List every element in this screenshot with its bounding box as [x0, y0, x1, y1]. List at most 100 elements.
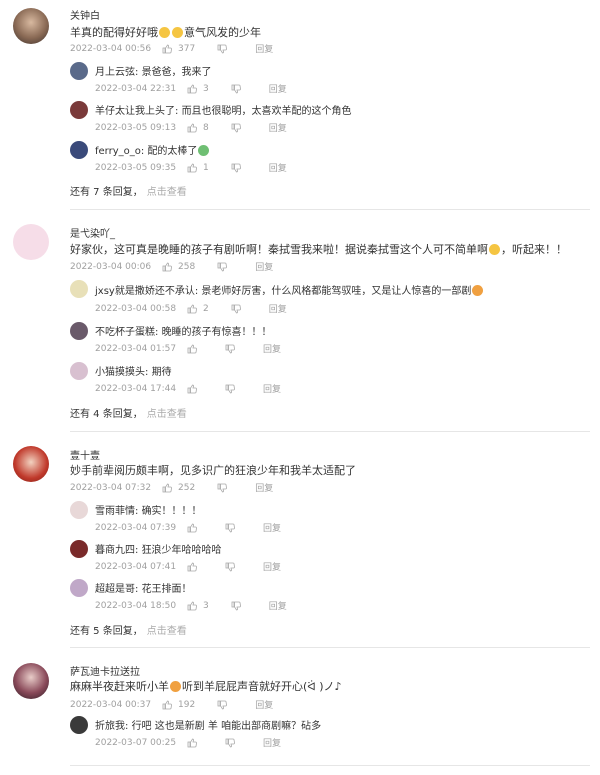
dislike-button[interactable] — [231, 304, 247, 314]
like-button[interactable]: 3 — [187, 84, 209, 94]
dislike-button[interactable] — [231, 84, 247, 94]
view-more-replies[interactable]: 还有 4 条回复， 点击查看 — [70, 405, 187, 420]
reply-content: 确实！！！！ — [141, 506, 202, 517]
reply-button[interactable]: 回复 — [269, 82, 287, 95]
reply-avatar[interactable] — [70, 141, 88, 159]
reply-button[interactable]: 回复 — [263, 521, 281, 534]
reply-avatar[interactable] — [70, 322, 88, 340]
reply-button[interactable]: 回复 — [269, 599, 287, 612]
like-button[interactable]: 1 — [187, 163, 209, 173]
like-count: 8 — [203, 122, 209, 133]
reply-avatar[interactable] — [70, 716, 88, 734]
reply-username[interactable]: 月上云弦 — [95, 67, 135, 78]
reply-username[interactable]: 雪雨菲情 — [95, 506, 135, 517]
reply-button[interactable]: 回复 — [269, 302, 287, 315]
divider — [70, 765, 590, 766]
dislike-button[interactable] — [225, 384, 241, 394]
like-button[interactable] — [187, 523, 203, 533]
dislike-button[interactable] — [217, 262, 233, 272]
like-button[interactable]: 192 — [162, 700, 195, 710]
dislike-button[interactable] — [217, 483, 233, 493]
dislike-button[interactable] — [217, 700, 233, 710]
user-avatar[interactable] — [13, 446, 49, 482]
reply-button[interactable]: 回复 — [269, 121, 287, 134]
reply-username[interactable]: 不吃杯子蛋糕 — [95, 327, 155, 338]
reply-username[interactable]: 折旅我 — [95, 721, 125, 732]
reply-button[interactable]: 回复 — [263, 736, 281, 749]
dislike-button[interactable] — [231, 123, 247, 133]
reply-button[interactable]: 回复 — [255, 698, 273, 711]
reply-button[interactable]: 回复 — [269, 161, 287, 174]
reply-button[interactable]: 回复 — [263, 382, 281, 395]
comment-username[interactable]: 关钟白 — [70, 7, 100, 22]
comment-list: 关钟白 羊真的配得好好哦 意气风发的少年 2022-03-04 00:56 377… — [0, 0, 600, 775]
reply-content: 狂浪少年哈哈哈哈 — [141, 545, 222, 556]
thumb-up-icon — [187, 84, 197, 93]
reply-button[interactable]: 回复 — [255, 481, 273, 494]
user-avatar[interactable] — [13, 663, 49, 699]
like-button[interactable]: 377 — [162, 44, 195, 54]
dislike-button[interactable] — [225, 344, 241, 354]
dislike-button[interactable] — [225, 562, 241, 572]
like-button[interactable] — [187, 738, 203, 748]
thumb-down-icon — [225, 562, 235, 571]
dislike-button[interactable] — [217, 44, 233, 54]
comment-username[interactable]: 萨瓦迪卡拉送拉 — [70, 663, 140, 678]
reply-username[interactable]: 羊仔太让我上头了 — [95, 106, 175, 117]
thumb-down-icon — [231, 163, 241, 172]
comment-text: 羊真的配得好好哦 意气风发的少年 — [70, 24, 261, 40]
reply-meta: 2022-03-04 07:39 回复 — [95, 521, 281, 535]
like-button[interactable]: 8 — [187, 123, 209, 133]
like-button[interactable] — [187, 344, 203, 354]
reply-button[interactable]: 回复 — [263, 342, 281, 355]
reply-button[interactable]: 回复 — [255, 42, 273, 55]
view-more-replies[interactable]: 还有 7 条回复， 点击查看 — [70, 183, 187, 198]
reply-content: 配的太棒了 — [147, 146, 198, 157]
user-avatar[interactable] — [13, 8, 49, 44]
thumb-down-icon — [217, 44, 228, 53]
reply-text: 不吃杯子蛋糕: 晚睡的孩子有惊喜！！！ — [95, 327, 272, 338]
reply-username[interactable]: 暮商九四 — [95, 545, 135, 556]
like-button[interactable]: 2 — [187, 304, 209, 314]
reply-username[interactable]: ferry_o_o — [95, 146, 141, 157]
thumb-up-icon — [187, 523, 197, 532]
dislike-button[interactable] — [225, 523, 241, 533]
reply-meta: 2022-03-04 01:57 回复 — [95, 342, 281, 356]
thumb-up-icon — [187, 562, 197, 571]
like-button[interactable]: 3 — [187, 601, 209, 611]
reply-username[interactable]: 小猫摸摸头 — [95, 367, 145, 378]
more-count: 还有 5 条回复， — [70, 626, 143, 637]
reply-avatar[interactable] — [70, 501, 88, 519]
reply-username[interactable]: jxsy就是撒娇还不承认 — [95, 286, 195, 297]
reply-avatar[interactable] — [70, 62, 88, 80]
dislike-button[interactable] — [231, 601, 247, 611]
like-button[interactable] — [187, 384, 203, 394]
more-count: 还有 4 条回复， — [70, 409, 143, 420]
reply-avatar[interactable] — [70, 540, 88, 558]
view-more-link[interactable]: 点击查看 — [147, 187, 187, 198]
comment-text-suffix: 听到羊屁屁声音就好开心(ᐛ )ノ♪ — [182, 680, 342, 693]
dislike-button[interactable] — [231, 163, 247, 173]
view-more-replies[interactable]: 还有 5 条回复， 点击查看 — [70, 622, 187, 637]
reply-avatar[interactable] — [70, 579, 88, 597]
user-avatar[interactable] — [13, 224, 49, 260]
like-button[interactable]: 258 — [162, 262, 195, 272]
reply-avatar[interactable] — [70, 362, 88, 380]
view-more-link[interactable]: 点击查看 — [147, 409, 187, 420]
reply-username[interactable]: 超超是哥 — [95, 584, 135, 595]
view-more-link[interactable]: 点击查看 — [147, 626, 187, 637]
comment-username[interactable]: 是弋染吖_ — [70, 225, 115, 240]
reply-avatar[interactable] — [70, 280, 88, 298]
like-count: 3 — [203, 600, 209, 611]
like-button[interactable] — [187, 562, 203, 572]
reply-meta: 2022-03-04 00:58 2 回复 — [95, 302, 287, 316]
reply-date: 2022-03-05 09:35 — [95, 162, 177, 173]
like-button[interactable]: 252 — [162, 483, 195, 493]
dislike-button[interactable] — [225, 738, 241, 748]
reply-date: 2022-03-04 18:50 — [95, 600, 177, 611]
reply-avatar[interactable] — [70, 101, 88, 119]
reply-button[interactable]: 回复 — [255, 260, 273, 273]
comment-username[interactable]: 壹十壹 — [70, 447, 100, 462]
reply-button[interactable]: 回复 — [263, 560, 281, 573]
thumb-up-icon — [162, 483, 172, 492]
